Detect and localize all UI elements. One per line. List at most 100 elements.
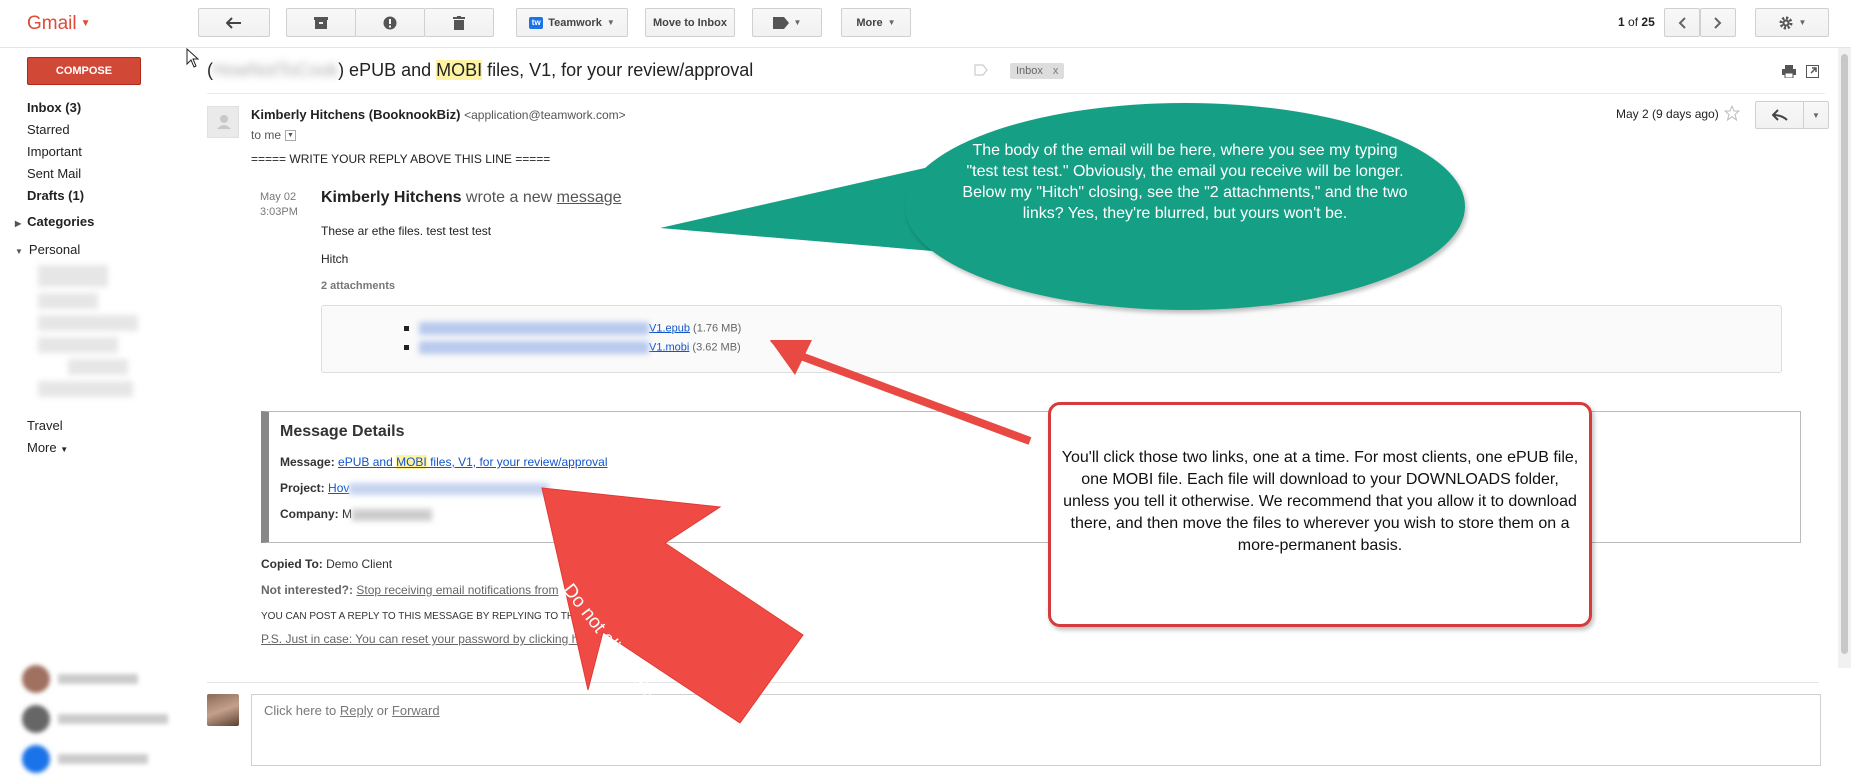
trash-icon (453, 15, 465, 30)
newer-button[interactable] (1664, 8, 1700, 37)
page-scrollbar[interactable] (1838, 48, 1851, 668)
subject-divider (207, 93, 1825, 94)
body-line-1: These ar ethe files. test test test (321, 224, 492, 238)
tag-icon (772, 16, 789, 29)
copied-to-line: Copied To: Demo Client (261, 557, 393, 571)
mouse-cursor-icon (186, 48, 200, 68)
message-timestamp: May 02 3:03PM (260, 191, 298, 218)
move-to-inbox-button[interactable]: Move to Inbox (645, 8, 735, 37)
scrollbar-thumb[interactable] (1841, 54, 1848, 654)
sidebar-item-inbox[interactable]: Inbox (3) (27, 97, 177, 119)
blurred-filename[interactable] (419, 322, 649, 335)
teamwork-label-button[interactable]: tw Teamwork ▼ (516, 8, 628, 37)
reply-link[interactable]: Reply (340, 703, 373, 718)
details-title: Message Details (280, 423, 405, 440)
important-marker-icon[interactable] (974, 64, 988, 76)
new-window-icon[interactable] (1806, 65, 1819, 78)
sidebar-item-sent[interactable]: Sent Mail (27, 163, 177, 185)
teamwork-icon: tw (529, 16, 544, 29)
chevron-down-icon: ▼ (793, 18, 802, 27)
sidebar-item-important[interactable]: Important (27, 141, 177, 163)
attachment-item: V1.mobi (3.62 MB) (404, 341, 741, 354)
reply-arrow-icon (1771, 109, 1788, 121)
back-button[interactable] (198, 8, 270, 37)
attachment-link-epub[interactable]: V1.epub (649, 322, 690, 334)
blurred-project (349, 482, 550, 495)
remove-label-icon[interactable]: x (1053, 65, 1059, 77)
print-icon[interactable] (1782, 65, 1796, 78)
recipient-line[interactable]: to me ▼ (251, 128, 297, 142)
details-message-link[interactable]: ePUB and MOBI files, V1, for your review… (338, 455, 608, 469)
not-interested-line: Not interested?: Stop receiving email no… (261, 583, 559, 597)
chevron-left-icon (1678, 16, 1686, 29)
body-signature: Hitch (321, 252, 349, 266)
compose-button[interactable]: COMPOSE (27, 57, 141, 85)
password-reset-link[interactable]: P.S. Just in case: You can reset your pa… (261, 632, 585, 646)
password-reset-line: P.S. Just in case: You can reset your pa… (261, 632, 585, 646)
chat-contacts-blurred (12, 650, 207, 781)
message-link[interactable]: message (557, 189, 622, 206)
details-project-link[interactable]: Hov (328, 481, 349, 495)
delete-button[interactable] (424, 8, 494, 37)
reply-button[interactable] (1756, 102, 1804, 128)
chevron-down-icon: ▼ (887, 18, 896, 27)
spam-icon (383, 16, 397, 29)
more-actions-button[interactable]: More ▼ (841, 8, 911, 37)
my-avatar (207, 694, 239, 726)
triangle-right-icon: ▶ (15, 219, 22, 228)
blurred-company (352, 508, 433, 521)
details-message-row: Message: ePUB and MOBI files, V1, for yo… (280, 455, 608, 469)
triangle-down-icon: ▼ (15, 247, 23, 256)
details-project-row: Project: Hov (280, 481, 550, 495)
thread-subject: (HowNotToCook) ePUB and MOBI files, V1, … (207, 60, 754, 80)
reply-instructions: YOU CAN POST A REPLY TO THIS MESSAGE BY … (261, 611, 575, 622)
wrote-heading: Kimberly Hitchens wrote a new message (321, 189, 622, 206)
chevron-down-icon: ▼ (60, 445, 69, 454)
chevron-down-icon: ▼ (606, 18, 615, 27)
stop-notifications-link[interactable]: Stop receiving email notifications from (356, 583, 558, 597)
blurred-labels (38, 262, 148, 412)
inbox-label-chip[interactable]: Inbox x (1010, 63, 1065, 79)
person-icon (217, 115, 231, 129)
sidebar-item-more[interactable]: More ▼ (27, 440, 68, 455)
sidebar-item-drafts[interactable]: Drafts (1) (27, 185, 177, 207)
report-spam-button[interactable] (355, 8, 425, 37)
attachment-link-mobi[interactable]: V1.mobi (649, 341, 689, 353)
older-button[interactable] (1700, 8, 1736, 37)
details-company-row: Company: M (280, 507, 433, 521)
attachments-heading: 2 attachments (321, 280, 395, 292)
instruction-note-text: You'll click those two links, one at a t… (1061, 449, 1579, 554)
archive-button[interactable] (286, 8, 356, 37)
sender-avatar (207, 106, 239, 138)
message-date: May 2 (9 days ago) (1616, 107, 1719, 121)
more-reply-options[interactable]: ▼ (1804, 102, 1828, 128)
reply-divider (207, 682, 1819, 683)
blurred-title: HowNotToCook (213, 60, 339, 80)
sidebar-nav: Inbox (3) Starred Important Sent Mail Dr… (27, 97, 177, 207)
blurred-filename[interactable] (419, 341, 649, 354)
sender-line[interactable]: Kimberly Hitchens (BooknookBiz) <applica… (251, 107, 626, 122)
attachments-box: V1.epub (1.76 MB) V1.mobi (3.62 MB) (321, 305, 1782, 373)
chevron-down-icon: ▼ (1798, 18, 1807, 27)
reply-input-box[interactable]: Click here to Reply or Forward (251, 694, 1821, 766)
sidebar-item-starred[interactable]: Starred (27, 119, 177, 141)
sidebar-item-categories[interactable]: ▶ Categories (15, 214, 94, 229)
star-icon[interactable] (1724, 105, 1740, 121)
details-dropdown-icon[interactable]: ▼ (285, 130, 297, 142)
callout-bubble-text: The body of the email will be here, wher… (962, 142, 1408, 222)
sidebar-item-personal[interactable]: ▼ Personal (15, 242, 80, 257)
chevron-right-icon (1714, 16, 1722, 29)
gear-icon (1779, 16, 1793, 29)
sidebar-item-travel[interactable]: Travel (27, 418, 63, 433)
back-arrow-icon (226, 16, 241, 29)
reply-above-line: ===== WRITE YOUR REPLY ABOVE THIS LINE =… (251, 152, 551, 166)
attachment-item: V1.epub (1.76 MB) (404, 322, 741, 335)
pager-count: 1 of 25 (1618, 15, 1655, 29)
chevron-down-icon: ▼ (80, 18, 91, 30)
forward-link[interactable]: Forward (392, 703, 440, 718)
top-toolbar: Gmail ▼ tw Teamwork ▼ Move to Inbox ▼ Mor… (0, 0, 1851, 48)
archive-icon (314, 16, 328, 29)
gmail-logo[interactable]: Gmail ▼ (27, 13, 91, 35)
settings-button[interactable]: ▼ (1755, 8, 1829, 37)
labels-button[interactable]: ▼ (752, 8, 822, 37)
